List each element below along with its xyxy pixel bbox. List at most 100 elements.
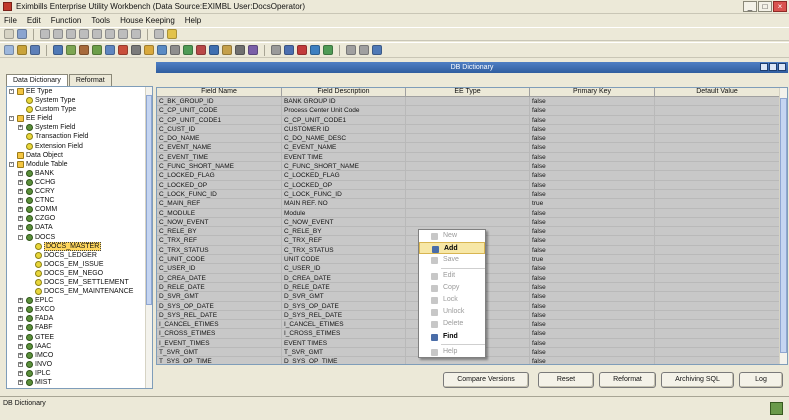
print-icon[interactable] bbox=[154, 29, 164, 39]
menu-tools[interactable]: Tools bbox=[91, 16, 110, 25]
context-menu-item-find[interactable]: Find bbox=[419, 331, 485, 343]
tree-node[interactable]: + CCHG bbox=[7, 178, 152, 187]
tree-node[interactable]: + IMCO bbox=[7, 351, 152, 360]
module-icon-17[interactable] bbox=[222, 45, 232, 55]
module-icon-2[interactable] bbox=[17, 45, 27, 55]
refresh-icon[interactable] bbox=[323, 45, 333, 55]
tree-node[interactable]: - DOCS bbox=[7, 233, 152, 242]
minimize-button[interactable]: _ bbox=[743, 1, 757, 12]
context-menu-item-lock[interactable]: Lock bbox=[419, 294, 485, 306]
collapse-icon[interactable]: - bbox=[9, 116, 14, 122]
delete-icon[interactable] bbox=[131, 29, 141, 39]
expand-icon[interactable]: + bbox=[18, 380, 23, 385]
tree-node[interactable]: + FADA bbox=[7, 314, 152, 323]
context-menu-item-help[interactable]: Help bbox=[419, 346, 485, 358]
tree-node[interactable]: + IAAC bbox=[7, 342, 152, 351]
tree-node[interactable]: Data Object bbox=[7, 151, 152, 160]
table-row[interactable]: C_MODULE Module false bbox=[157, 208, 780, 218]
table-row[interactable]: C_EVENT_TIME EVENT TIME false bbox=[157, 152, 780, 163]
tree-node[interactable]: + INVO bbox=[7, 360, 152, 369]
tab-data-dictionary[interactable]: Data Dictionary bbox=[6, 74, 68, 86]
tree-node[interactable]: + COMM bbox=[7, 205, 152, 214]
save-icon[interactable] bbox=[40, 29, 50, 39]
tree-node[interactable]: Custom Type bbox=[7, 105, 152, 114]
settings-icon[interactable] bbox=[372, 45, 382, 55]
module-icon-10[interactable] bbox=[131, 45, 141, 55]
archiving-sql-button[interactable]: Archiving SQL bbox=[661, 372, 734, 388]
expand-icon[interactable]: + bbox=[18, 170, 23, 176]
expand-icon[interactable]: + bbox=[18, 216, 23, 222]
context-menu-item-new[interactable]: New bbox=[419, 230, 485, 242]
menu-file[interactable]: File bbox=[4, 16, 17, 25]
expand-icon[interactable]: + bbox=[18, 316, 23, 322]
alert-icon[interactable] bbox=[297, 45, 307, 55]
inner-restore-button[interactable] bbox=[769, 63, 777, 71]
dictionary-tree[interactable]: - EE Type System Type Custom Type - EE Field +… bbox=[6, 86, 153, 389]
column-header[interactable]: Field Name bbox=[157, 88, 282, 97]
tree-node[interactable]: System Type bbox=[7, 96, 152, 105]
column-header[interactable]: Default Value bbox=[655, 88, 780, 97]
table-row[interactable]: C_CP_UNIT_CODE1 C_CP_UNIT_CODE1 false bbox=[157, 115, 780, 125]
module-icon-11[interactable] bbox=[144, 45, 154, 55]
module-icon-16[interactable] bbox=[209, 45, 219, 55]
tree-node[interactable]: + CCRY bbox=[7, 187, 152, 196]
expand-icon[interactable]: + bbox=[18, 189, 23, 195]
module-icon-15[interactable] bbox=[196, 45, 206, 55]
tree-node[interactable]: Transaction Field bbox=[7, 132, 152, 141]
context-menu-item-delete[interactable]: Delete bbox=[419, 318, 485, 330]
module-icon-13[interactable] bbox=[170, 45, 180, 55]
tree-node[interactable]: + MIST bbox=[7, 378, 152, 387]
report-icon[interactable] bbox=[359, 45, 369, 55]
tree-scroll-thumb[interactable] bbox=[146, 95, 152, 305]
tree-node[interactable]: DOCS_EM_MAINTENANCE bbox=[7, 287, 152, 296]
tree-node[interactable]: + CZGO bbox=[7, 214, 152, 223]
status-icon[interactable] bbox=[770, 402, 783, 415]
log-button[interactable]: Log bbox=[739, 372, 783, 388]
expand-icon[interactable]: + bbox=[18, 370, 23, 376]
context-menu-item-unlock[interactable]: Unlock bbox=[419, 306, 485, 318]
table-row[interactable]: C_LOCKED_FLAG C_LOCKED_FLAG false bbox=[157, 171, 780, 181]
expand-icon[interactable]: + bbox=[18, 343, 23, 349]
module-icon-18[interactable] bbox=[235, 45, 245, 55]
reset-button[interactable]: Reset bbox=[538, 372, 594, 388]
table-row[interactable]: C_CP_UNIT_CODE Process Center Unit Code fa… bbox=[157, 106, 780, 116]
paste-icon[interactable] bbox=[79, 29, 89, 39]
menu-help[interactable]: Help bbox=[185, 16, 201, 25]
table-row[interactable]: C_LOCK_FUNC_ID C_LOCK_FUNC_ID false bbox=[157, 189, 780, 200]
table-row[interactable]: C_NOW_EVENT C_NOW_EVENT false bbox=[157, 217, 780, 228]
globe-icon[interactable] bbox=[310, 45, 320, 55]
cut-icon[interactable] bbox=[53, 29, 63, 39]
tree-node[interactable]: + System Field bbox=[7, 123, 152, 132]
copy-icon[interactable] bbox=[66, 29, 76, 39]
find-icon[interactable] bbox=[92, 29, 102, 39]
table-row[interactable]: C_BK_GROUP_ID BANK GROUP ID false bbox=[157, 97, 780, 107]
expand-icon[interactable]: + bbox=[18, 179, 23, 185]
module-icon-6[interactable] bbox=[79, 45, 89, 55]
table-row[interactable]: C_DO_NAME C_DO_NAME_DESC false bbox=[157, 134, 780, 144]
table-row[interactable]: C_CUST_ID CUSTOMER ID false bbox=[157, 124, 780, 135]
module-icon-8[interactable] bbox=[105, 45, 115, 55]
context-menu-item-copy[interactable]: Copy bbox=[419, 282, 485, 294]
table-scroll-thumb[interactable] bbox=[780, 98, 787, 353]
tree-node[interactable]: + DATA bbox=[7, 223, 152, 232]
tree-node[interactable]: DOCS_LEDGER bbox=[7, 251, 152, 260]
tree-node[interactable]: + CTNC bbox=[7, 196, 152, 205]
module-icon-12[interactable] bbox=[157, 45, 167, 55]
column-header[interactable]: Primary Key bbox=[530, 88, 655, 97]
tree-node[interactable]: + GTEE bbox=[7, 333, 152, 342]
expand-icon[interactable]: + bbox=[18, 198, 23, 204]
table-row[interactable]: C_FUNC_SHORT_NAME C_FUNC_SHORT_NAME false bbox=[157, 162, 780, 172]
inner-close-button[interactable] bbox=[778, 63, 786, 71]
close-button[interactable]: × bbox=[773, 1, 787, 12]
expand-icon[interactable]: + bbox=[18, 361, 23, 367]
tree-node[interactable]: - EE Field bbox=[7, 114, 152, 123]
tree-node[interactable]: + FABF bbox=[7, 323, 152, 332]
expand-icon[interactable]: + bbox=[18, 225, 23, 231]
context-menu-item-edit[interactable]: Edit bbox=[419, 270, 485, 282]
tree-node[interactable]: + EXCO bbox=[7, 305, 152, 314]
module-icon-4[interactable] bbox=[53, 45, 63, 55]
collapse-icon[interactable]: - bbox=[9, 89, 14, 94]
table-row[interactable]: C_EVENT_NAME C_EVENT_NAME false bbox=[157, 143, 780, 153]
table-scrollbar[interactable] bbox=[779, 88, 787, 364]
menu-edit[interactable]: Edit bbox=[27, 16, 41, 25]
